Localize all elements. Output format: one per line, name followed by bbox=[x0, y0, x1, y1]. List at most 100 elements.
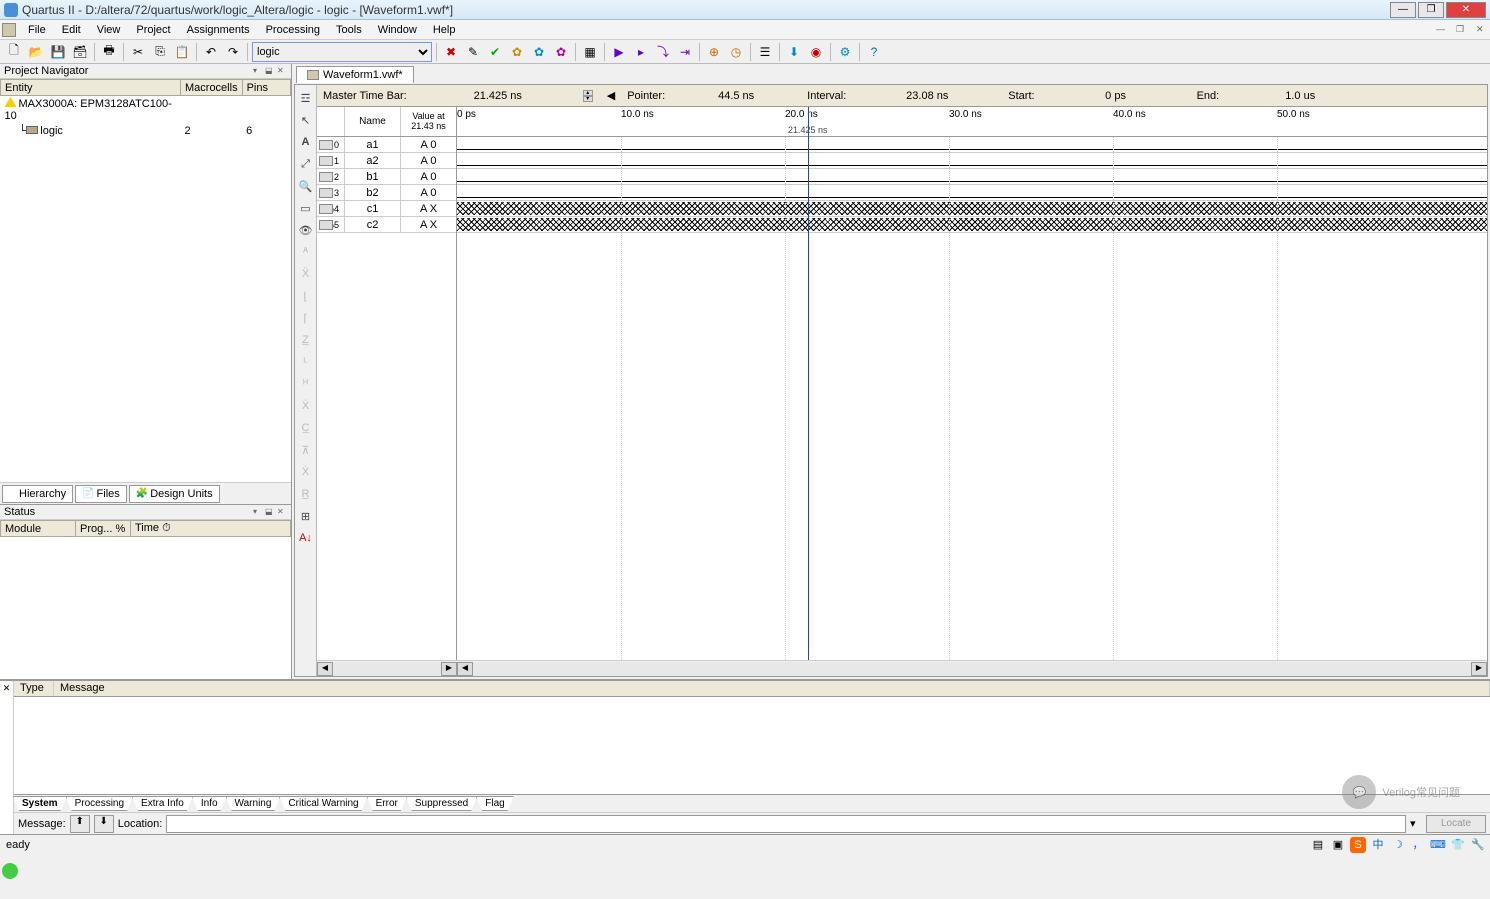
fit-icon[interactable]: ▭ bbox=[297, 199, 315, 217]
locate-button[interactable]: Locate bbox=[1426, 815, 1486, 833]
signal-row[interactable]: 0a1A 0 bbox=[317, 137, 456, 153]
weak-low-icon[interactable]: ᴸ bbox=[297, 353, 315, 371]
entity-select[interactable]: logic bbox=[252, 42, 432, 62]
device-row[interactable]: MAX3000A: EPM3128ATC100-10 bbox=[1, 96, 291, 124]
force-low-icon[interactable]: ⌊ bbox=[297, 287, 315, 305]
tab-processing[interactable]: Processing bbox=[66, 796, 133, 811]
save-icon[interactable]: 💾 bbox=[48, 42, 68, 62]
moon-icon[interactable]: ☽ bbox=[1390, 837, 1406, 853]
tab-hierarchy[interactable]: Hierarchy bbox=[2, 485, 73, 503]
undo-icon[interactable]: ↶ bbox=[201, 42, 221, 62]
messages-close-icon[interactable]: ✕ bbox=[0, 681, 14, 834]
col-entity[interactable]: Entity bbox=[1, 80, 181, 96]
signal-row[interactable]: 4c1A X bbox=[317, 201, 456, 217]
msg-down-icon[interactable]: ⬇ bbox=[94, 815, 114, 833]
force-high-icon[interactable]: ⌈ bbox=[297, 309, 315, 327]
snap-icon[interactable]: ⊞ bbox=[297, 507, 315, 525]
chip-icon[interactable]: ▦ bbox=[580, 42, 600, 62]
spin-down-icon[interactable]: ▾ bbox=[583, 96, 593, 102]
programmer-icon[interactable]: ⬇ bbox=[784, 42, 804, 62]
col-name[interactable]: Name bbox=[345, 107, 401, 136]
play-icon[interactable]: ▶ bbox=[609, 42, 629, 62]
invert-icon[interactable]: Ẋ bbox=[297, 397, 315, 415]
panel-dropdown-icon[interactable]: ▾ bbox=[253, 66, 263, 76]
panel-dropdown-icon[interactable]: ▾ bbox=[253, 507, 263, 517]
mdi-control-icon[interactable] bbox=[2, 23, 16, 37]
menu-tools[interactable]: Tools bbox=[328, 22, 370, 38]
timing-icon[interactable]: ⊕ bbox=[704, 42, 724, 62]
pointer-icon[interactable]: ↖ bbox=[297, 111, 315, 129]
panel-close-icon[interactable]: ✕ bbox=[277, 66, 287, 76]
panel-pin-icon[interactable]: ⬓ bbox=[265, 507, 275, 517]
menu-edit[interactable]: Edit bbox=[54, 22, 89, 38]
text-icon[interactable]: A bbox=[297, 133, 315, 151]
print-icon[interactable]: 🖶 bbox=[99, 42, 119, 62]
sort-icon[interactable]: A↓ bbox=[297, 529, 315, 547]
force-unknown-icon[interactable]: Ẍ bbox=[297, 265, 315, 283]
col-type[interactable]: Type bbox=[14, 681, 54, 696]
panel-close-icon[interactable]: ✕ bbox=[277, 507, 287, 517]
signal-row[interactable]: 1a2A 0 bbox=[317, 153, 456, 169]
waveform-lane[interactable] bbox=[457, 201, 1487, 217]
redo-icon[interactable]: ↷ bbox=[223, 42, 243, 62]
signal-row[interactable]: 3b2A 0 bbox=[317, 185, 456, 201]
hscroll-right-icon[interactable]: ▶ bbox=[1471, 662, 1487, 676]
time-cursor[interactable] bbox=[808, 107, 809, 660]
tab-warning[interactable]: Warning bbox=[226, 796, 281, 811]
tab-files[interactable]: 📄Files bbox=[75, 485, 127, 503]
arbitrary-icon[interactable]: Ẋ bbox=[297, 463, 315, 481]
tray-icon[interactable]: ▤ bbox=[1310, 837, 1326, 853]
tab-design-units[interactable]: 🧩Design Units bbox=[129, 485, 220, 503]
find-icon[interactable]: 👁 bbox=[297, 221, 315, 239]
report-icon[interactable]: ☰ bbox=[755, 42, 775, 62]
gear1-icon[interactable]: ✿ bbox=[507, 42, 527, 62]
tray-icon[interactable]: ▣ bbox=[1330, 837, 1346, 853]
editor-tab-waveform[interactable]: Waveform1.vwf* bbox=[296, 66, 414, 83]
menu-help[interactable]: Help bbox=[425, 22, 464, 38]
random-icon[interactable]: R̲ bbox=[297, 485, 315, 503]
tab-extra-info[interactable]: Extra Info bbox=[132, 796, 193, 811]
mdi-close-button[interactable]: ✕ bbox=[1476, 24, 1488, 36]
cut-icon[interactable]: ✂ bbox=[128, 42, 148, 62]
col-time[interactable]: Time ⏱ bbox=[131, 521, 291, 537]
tool-a-icon[interactable]: ᴬ bbox=[297, 243, 315, 261]
tab-flag[interactable]: Flag bbox=[476, 796, 513, 811]
web-icon[interactable]: ⚙ bbox=[835, 42, 855, 62]
fullscreen-icon[interactable]: ⤢ bbox=[297, 155, 315, 173]
panel-pin-icon[interactable]: ⬓ bbox=[265, 66, 275, 76]
save-all-icon[interactable]: 🗃 bbox=[70, 42, 90, 62]
ime-icon[interactable]: S bbox=[1350, 837, 1366, 853]
open-icon[interactable]: 📂 bbox=[26, 42, 46, 62]
menu-processing[interactable]: Processing bbox=[258, 22, 328, 38]
pencil-icon[interactable]: ✎ bbox=[463, 42, 483, 62]
waveform-lane[interactable] bbox=[457, 137, 1487, 153]
ime-lang-icon[interactable]: 中 bbox=[1370, 837, 1386, 853]
waveform-lane[interactable] bbox=[457, 217, 1487, 233]
waveform-lane[interactable] bbox=[457, 169, 1487, 185]
hscroll-right-icon[interactable]: ▶ bbox=[441, 662, 457, 676]
menu-file[interactable]: File bbox=[20, 22, 54, 38]
wrench-icon[interactable]: 🔧 bbox=[1470, 837, 1486, 853]
copy-icon[interactable]: ⎘ bbox=[150, 42, 170, 62]
col-message[interactable]: Message bbox=[54, 681, 1490, 696]
check-green-icon[interactable]: ✔ bbox=[485, 42, 505, 62]
tab-error[interactable]: Error bbox=[367, 796, 407, 811]
col-progress[interactable]: Prog... % bbox=[76, 521, 131, 537]
menu-assignments[interactable]: Assignments bbox=[179, 22, 258, 38]
minimize-button[interactable]: — bbox=[1390, 2, 1416, 18]
menu-project[interactable]: Project bbox=[128, 22, 178, 38]
tab-critical-warning[interactable]: Critical Warning bbox=[279, 796, 367, 811]
clock-icon[interactable]: ⊼ bbox=[297, 441, 315, 459]
maximize-button[interactable]: ❐ bbox=[1418, 2, 1444, 18]
waveform-lane[interactable] bbox=[457, 153, 1487, 169]
col-macrocells[interactable]: Macrocells bbox=[181, 80, 243, 96]
mdi-minimize-button[interactable]: — bbox=[1436, 24, 1448, 36]
gear2-icon[interactable]: ✿ bbox=[529, 42, 549, 62]
gear3-icon[interactable]: ✿ bbox=[551, 42, 571, 62]
time-ruler[interactable]: 0 ps10.0 ns20.0 ns30.0 ns40.0 ns50.0 ns2… bbox=[457, 107, 1487, 137]
play-time-icon[interactable]: ▸ bbox=[631, 42, 651, 62]
new-icon[interactable]: 🗋 bbox=[4, 42, 24, 62]
col-value[interactable]: Value at 21.43 ns bbox=[401, 107, 456, 136]
clock-icon[interactable]: ◷ bbox=[726, 42, 746, 62]
col-pins[interactable]: Pins bbox=[242, 80, 290, 96]
